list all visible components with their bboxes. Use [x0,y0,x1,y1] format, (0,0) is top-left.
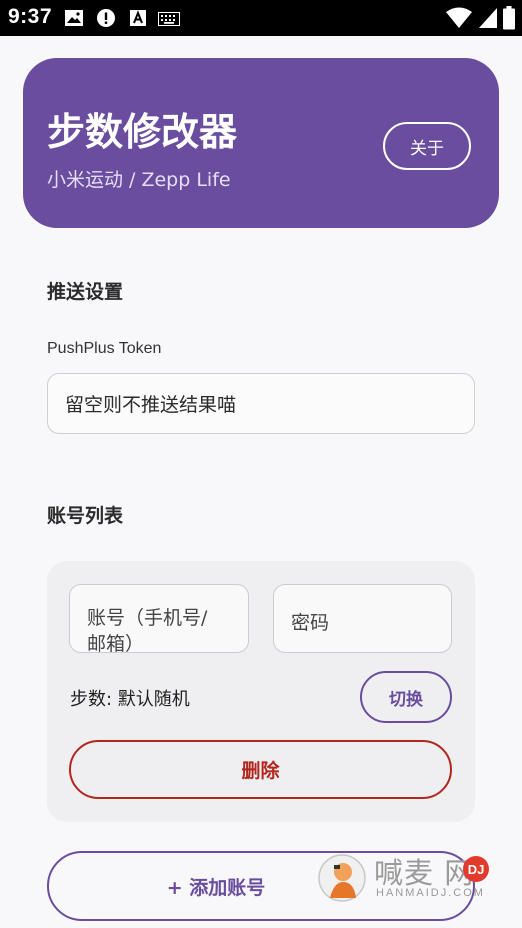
password-input[interactable]: 密码 [273,584,452,653]
image-icon [64,8,84,32]
watermark-dj-icon: DJ [463,856,489,882]
app-subtitle: 小米运动 / Zepp Life [47,169,231,191]
watermark-text: 喊麦 网 [374,856,475,890]
about-button[interactable]: 关于 [383,122,471,170]
header-card: 步数修改器 小米运动 / Zepp Life 关于 [23,58,499,228]
account-list-title: 账号列表 [47,505,124,527]
password-placeholder: 密码 [291,612,330,634]
token-placeholder: 留空则不推送结果喵 [65,394,237,416]
token-input[interactable]: 留空则不推送结果喵 [47,373,475,434]
wifi-icon [446,7,472,33]
signal-icon [478,7,498,33]
switch-button[interactable]: 切换 [360,671,452,723]
app-title: 步数修改器 [47,110,238,154]
account-placeholder-line1: 账号（手机号/ [87,607,208,629]
watermark-mascot-icon [318,854,366,902]
account-input[interactable]: 账号（手机号/ 邮箱） [69,584,249,653]
steps-text: 步数: 默认随机 [70,689,190,710]
status-time: 9:37 [8,5,53,28]
account-card: 账号（手机号/ 邮箱） 密码 步数: 默认随机 切换 删除 [47,561,475,822]
keyboard-icon [158,11,180,30]
account-placeholder-line2: 邮箱） [87,633,145,653]
status-bar: 9:37 [0,0,522,36]
token-label: PushPlus Token [47,340,162,357]
push-settings-title: 推送设置 [47,281,124,303]
alert-icon [96,8,116,32]
svg-text:DJ: DJ [468,862,485,877]
text-icon [128,8,148,32]
delete-button[interactable]: 删除 [69,740,452,799]
watermark-url: HANMAIDJ.COM [376,887,485,899]
watermark-logo: 喊麦 网 DJ HANMAIDJ.COM [316,850,522,906]
battery-icon [503,6,515,34]
